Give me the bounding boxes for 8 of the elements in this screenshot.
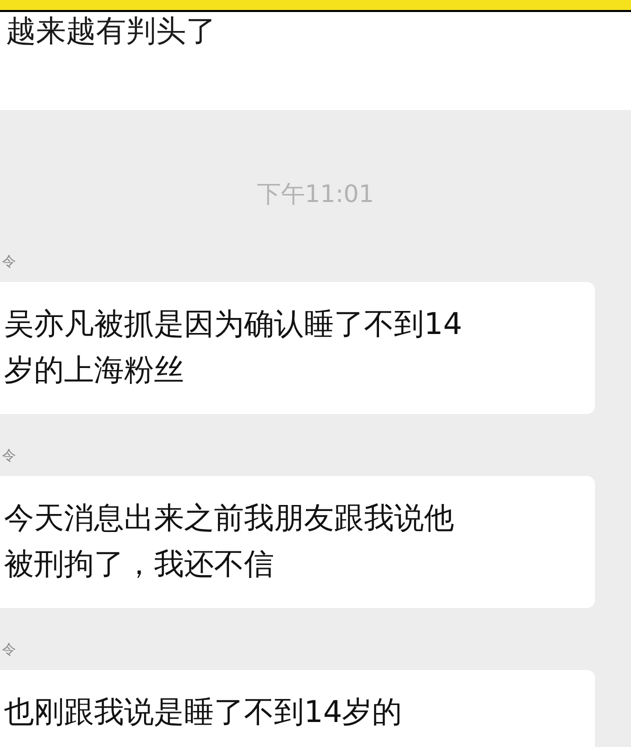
message-timestamp: 下午11:01 [256, 180, 374, 208]
sender-name: 令 [1, 641, 16, 660]
message-bubble: 今天消息出来之前我朋友跟我说他 被刑拘了，我还不信 [0, 476, 595, 608]
caption-text: 越来越有判头了 [6, 14, 216, 49]
sender-name: 令 [1, 253, 16, 272]
message-bubble: 也刚跟我说是睡了不到14岁的 [0, 670, 595, 747]
sender-name: 令 [1, 447, 16, 466]
message-bubble: 吴亦凡被抓是因为确认睡了不到14 岁的上海粉丝 [0, 282, 595, 414]
